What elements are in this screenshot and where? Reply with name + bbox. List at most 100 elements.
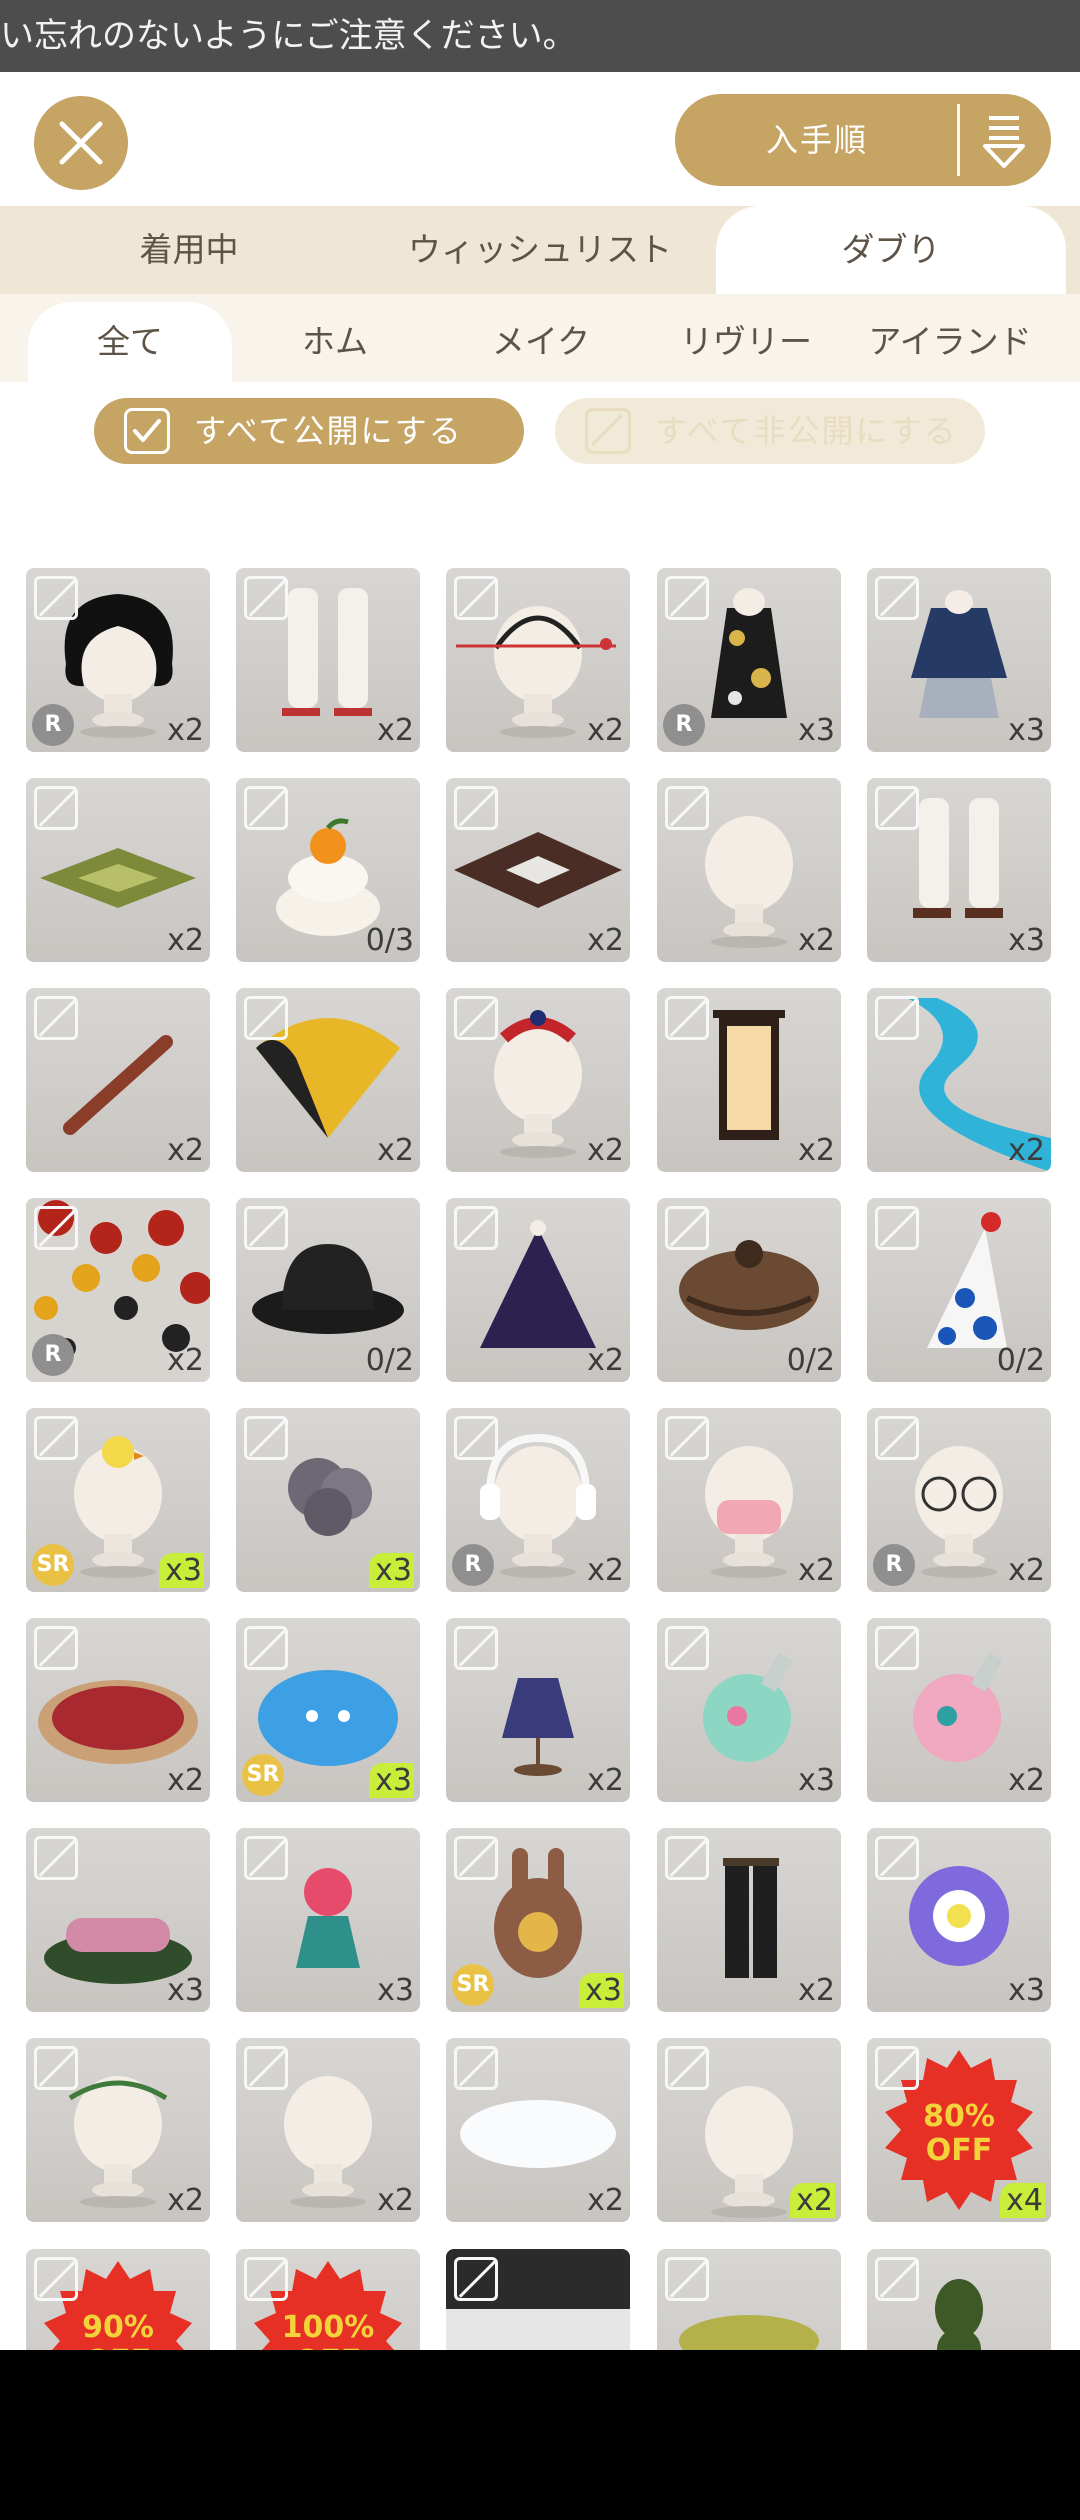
item-tile-marionette-doll[interactable]: x3 [236,1828,420,2012]
select-checkbox[interactable] [665,1416,709,1460]
item-tile-purple-cape[interactable]: x2 [446,1198,630,1382]
tab-island[interactable]: アイランド [848,294,1052,382]
select-checkbox[interactable] [244,1836,288,1880]
item-tile-blue-river[interactable]: x2 [867,988,1051,1172]
item-tile-black-trousers[interactable]: x2 [657,1828,841,2012]
item-tile-100-off-coupon[interactable]: 100% OFFx4 [236,2249,420,2350]
item-tile-pink-mask[interactable]: x2 [657,1408,841,1592]
item-tile-mannequin-dress[interactable]: x2 [446,1618,630,1802]
select-checkbox[interactable] [665,2046,709,2090]
select-checkbox[interactable] [875,1626,919,1670]
item-tile-flower-vine-log[interactable]: x3 [26,1828,210,2012]
select-checkbox[interactable] [244,2046,288,2090]
select-checkbox[interactable] [665,576,709,620]
select-checkbox[interactable] [875,786,919,830]
item-tile-gold-folding-fan[interactable]: x2 [236,988,420,1172]
select-checkbox[interactable] [665,786,709,830]
select-checkbox[interactable] [454,1836,498,1880]
tab-home[interactable]: ホム [232,294,438,382]
item-tile-smoke-cloud[interactable]: x3 [236,1408,420,1592]
item-tile-90-off-coupon[interactable]: 90% OFFx4 [26,2249,210,2350]
tab-duplicates[interactable]: ダブり [716,206,1066,294]
tab-wishlist[interactable]: ウィッシュリスト [378,206,702,294]
select-checkbox[interactable] [875,2257,919,2301]
select-checkbox[interactable] [244,1416,288,1460]
item-tile-hamaya-arrow-headpiece[interactable]: x2 [446,568,630,752]
item-tile-blue-blob-creature[interactable]: SR x3 [236,1618,420,1802]
select-checkbox[interactable] [875,576,919,620]
item-tile-dark-wood-frame-floor[interactable]: x2 [446,778,630,962]
select-checkbox[interactable] [875,1836,919,1880]
item-tile-rabbit-costume[interactable]: SR x3 [446,1828,630,2012]
select-checkbox[interactable] [244,1206,288,1250]
select-checkbox[interactable] [665,996,709,1040]
item-tile-tatami-mat[interactable]: x2 [26,778,210,962]
select-checkbox[interactable] [34,2046,78,2090]
item-tile-purple-flower[interactable]: x3 [867,1828,1051,2012]
item-tile-andon-lantern[interactable]: x2 [657,988,841,1172]
tab-all[interactable]: 全て [28,302,232,382]
tab-makeup[interactable]: メイク [438,294,644,382]
select-checkbox[interactable] [875,1206,919,1250]
item-tile-80-off-coupon[interactable]: 80% OFF x4 [867,2038,1051,2222]
item-tile-white-headphones[interactable]: Rx2 [446,1408,630,1592]
select-checkbox[interactable] [244,996,288,1040]
item-tile-teal-potion-flask[interactable]: x3 [657,1618,841,1802]
select-checkbox[interactable] [665,1206,709,1250]
item-tile-chick-on-head[interactable]: SR x3 [26,1408,210,1592]
item-tile-olive-plate[interactable]: x2 [657,2249,841,2350]
item-tile-black-hair-wig[interactable]: Rx2 [26,568,210,752]
select-checkbox[interactable] [34,1626,78,1670]
select-checkbox[interactable] [244,786,288,830]
select-checkbox[interactable] [454,576,498,620]
item-tile-black-gear-wallpaper[interactable]: x2 [446,2249,630,2350]
item-tile-tabi-socks-sandals[interactable]: x3 [867,778,1051,962]
select-checkbox[interactable] [34,576,78,620]
item-tile-cherry-pie[interactable]: x2 [26,1618,210,1802]
select-checkbox[interactable] [244,2257,288,2301]
item-tile-moss-figure[interactable]: x2 [867,2249,1051,2350]
select-checkbox[interactable] [665,1836,709,1880]
select-checkbox[interactable] [875,1416,919,1460]
select-checkbox[interactable] [454,786,498,830]
tab-livly[interactable]: リヴリー [644,294,848,382]
item-tile-autumn-leaves[interactable]: Rx2 [26,1198,210,1382]
select-checkbox[interactable] [454,2046,498,2090]
select-checkbox[interactable] [454,1206,498,1250]
select-checkbox[interactable] [665,1626,709,1670]
select-checkbox[interactable] [244,576,288,620]
select-checkbox[interactable] [454,996,498,1040]
item-tile-plain-head-2[interactable]: x2 [236,2038,420,2222]
item-tile-black-gold-kimono[interactable]: Rx3 [657,568,841,752]
publish-all-button[interactable]: すべて公開にする [94,398,524,464]
item-tile-wooden-stick[interactable]: x2 [26,988,210,1172]
item-tile-red-ribbon-headpiece[interactable]: x2 [446,988,630,1172]
item-tile-white-tabi-socks[interactable]: x2 [236,568,420,752]
select-checkbox[interactable] [34,2257,78,2301]
select-checkbox[interactable] [454,1416,498,1460]
item-tile-swirl-glasses[interactable]: Rx2 [867,1408,1051,1592]
select-checkbox[interactable] [244,1626,288,1670]
item-tile-kagami-mochi[interactable]: 0/3 [236,778,420,962]
close-button[interactable] [34,96,128,190]
select-checkbox[interactable] [34,786,78,830]
select-checkbox[interactable] [34,996,78,1040]
item-tile-vine-crown[interactable]: x2 [26,2038,210,2222]
select-checkbox[interactable] [34,1206,78,1250]
select-checkbox[interactable] [34,1836,78,1880]
tab-wearing[interactable]: 着用中 [0,206,378,294]
item-tile-pink-potion-flask[interactable]: x2 [867,1618,1051,1802]
item-tile-plain-head[interactable]: x2 [657,778,841,962]
select-checkbox[interactable] [454,2257,498,2301]
select-checkbox[interactable] [454,1626,498,1670]
item-tile-polka-dot-party-hat[interactable]: 0/2 [867,1198,1051,1382]
item-tile-hakama-outfit[interactable]: x3 [867,568,1051,752]
item-tile-black-bowler-hat[interactable]: 0/2 [236,1198,420,1382]
item-tile-sparkle-head[interactable]: x2 [657,2038,841,2222]
sort-order-button[interactable]: 入手順 [675,94,1051,186]
item-tile-plaid-casquette[interactable]: 0/2 [657,1198,841,1382]
item-tile-white-cloud-cushion[interactable]: x2 [446,2038,630,2222]
select-checkbox[interactable] [34,1416,78,1460]
select-checkbox[interactable] [875,2046,919,2090]
select-checkbox[interactable] [665,2257,709,2301]
